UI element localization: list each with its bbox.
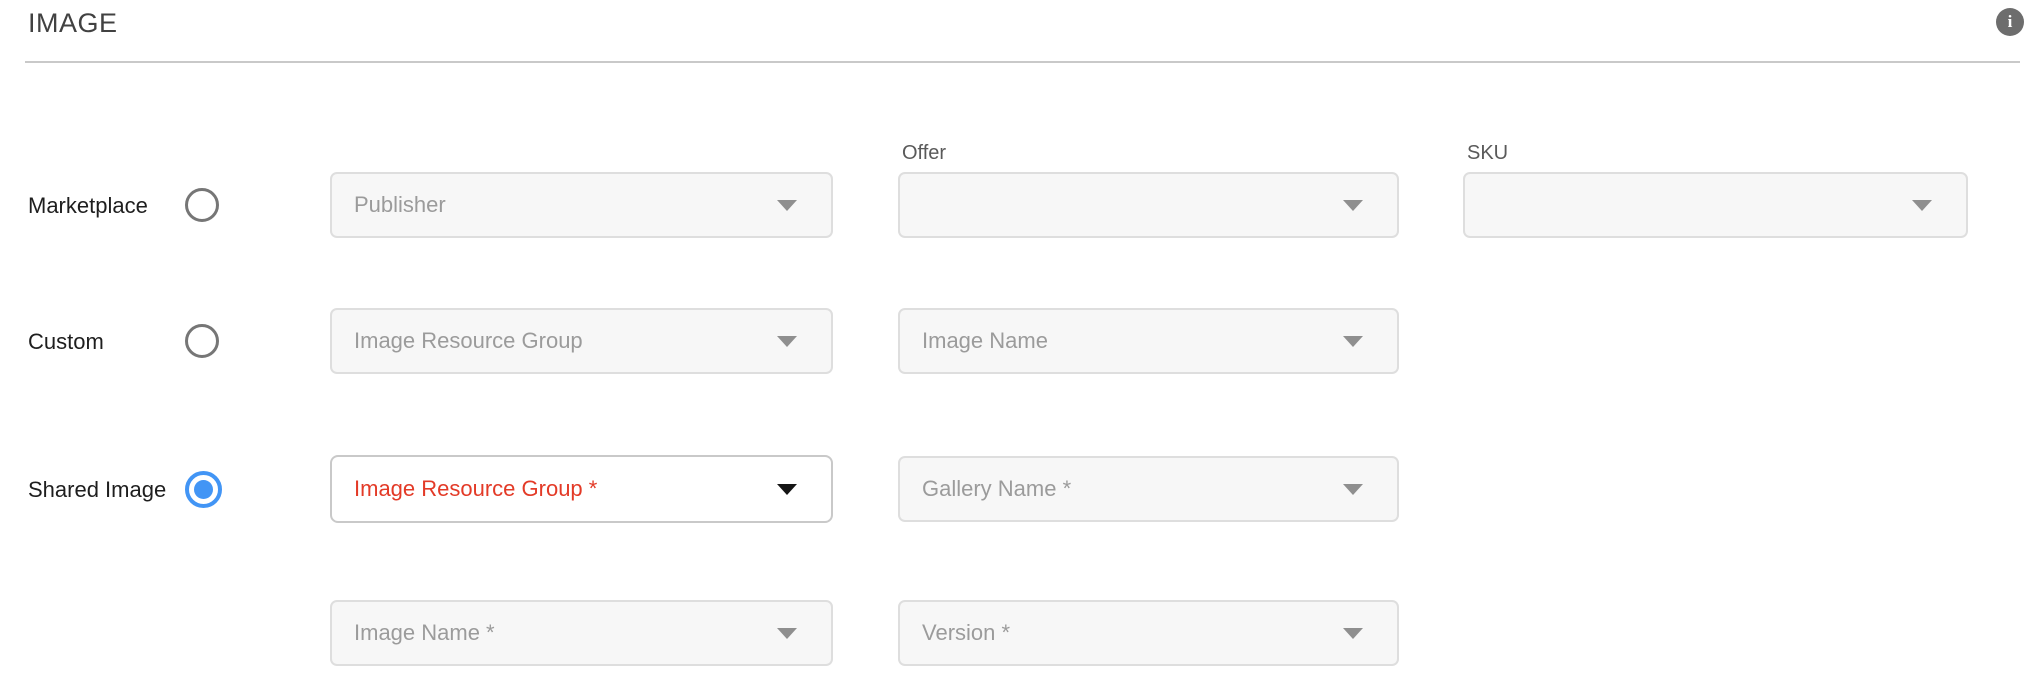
custom-label: Custom — [28, 328, 104, 356]
sku-label: SKU — [1467, 142, 1508, 165]
radio-dot — [194, 480, 213, 499]
gallery-name-dropdown[interactable]: Gallery Name * — [898, 456, 1399, 522]
chevron-down-icon — [1343, 200, 1363, 211]
offer-dropdown[interactable] — [898, 172, 1399, 238]
shared-image-name-placeholder: Image Name * — [354, 620, 495, 646]
info-icon[interactable]: i — [1996, 8, 2024, 36]
chevron-down-icon — [777, 336, 797, 347]
chevron-down-icon — [777, 628, 797, 639]
chevron-down-icon — [1343, 336, 1363, 347]
custom-image-resource-group-placeholder: Image Resource Group — [354, 328, 583, 354]
version-placeholder: Version * — [922, 620, 1010, 646]
custom-image-name-dropdown[interactable]: Image Name — [898, 308, 1399, 374]
marketplace-radio[interactable] — [185, 188, 219, 222]
version-dropdown[interactable]: Version * — [898, 600, 1399, 666]
shared-image-label: Shared Image — [28, 476, 166, 504]
chevron-down-icon — [1343, 628, 1363, 639]
gallery-name-placeholder: Gallery Name * — [922, 476, 1071, 502]
image-section: IMAGE i Marketplace Publisher Offer SKU … — [0, 0, 2044, 686]
chevron-down-icon — [777, 200, 797, 211]
chevron-down-icon — [1912, 200, 1932, 211]
page-title: IMAGE — [28, 8, 118, 39]
marketplace-label: Marketplace — [28, 192, 148, 220]
custom-image-resource-group-dropdown[interactable]: Image Resource Group — [330, 308, 833, 374]
shared-image-radio[interactable] — [185, 471, 222, 508]
shared-image-name-dropdown[interactable]: Image Name * — [330, 600, 833, 666]
publisher-dropdown[interactable]: Publisher — [330, 172, 833, 238]
sku-dropdown[interactable] — [1463, 172, 1968, 238]
chevron-down-icon — [777, 484, 797, 495]
publisher-placeholder: Publisher — [354, 192, 446, 218]
shared-image-resource-group-placeholder: Image Resource Group * — [354, 476, 597, 502]
section-divider — [25, 61, 2020, 63]
offer-label: Offer — [902, 142, 946, 165]
shared-image-resource-group-dropdown[interactable]: Image Resource Group * — [330, 455, 833, 523]
custom-radio[interactable] — [185, 324, 219, 358]
chevron-down-icon — [1343, 484, 1363, 495]
custom-image-name-placeholder: Image Name — [922, 328, 1048, 354]
